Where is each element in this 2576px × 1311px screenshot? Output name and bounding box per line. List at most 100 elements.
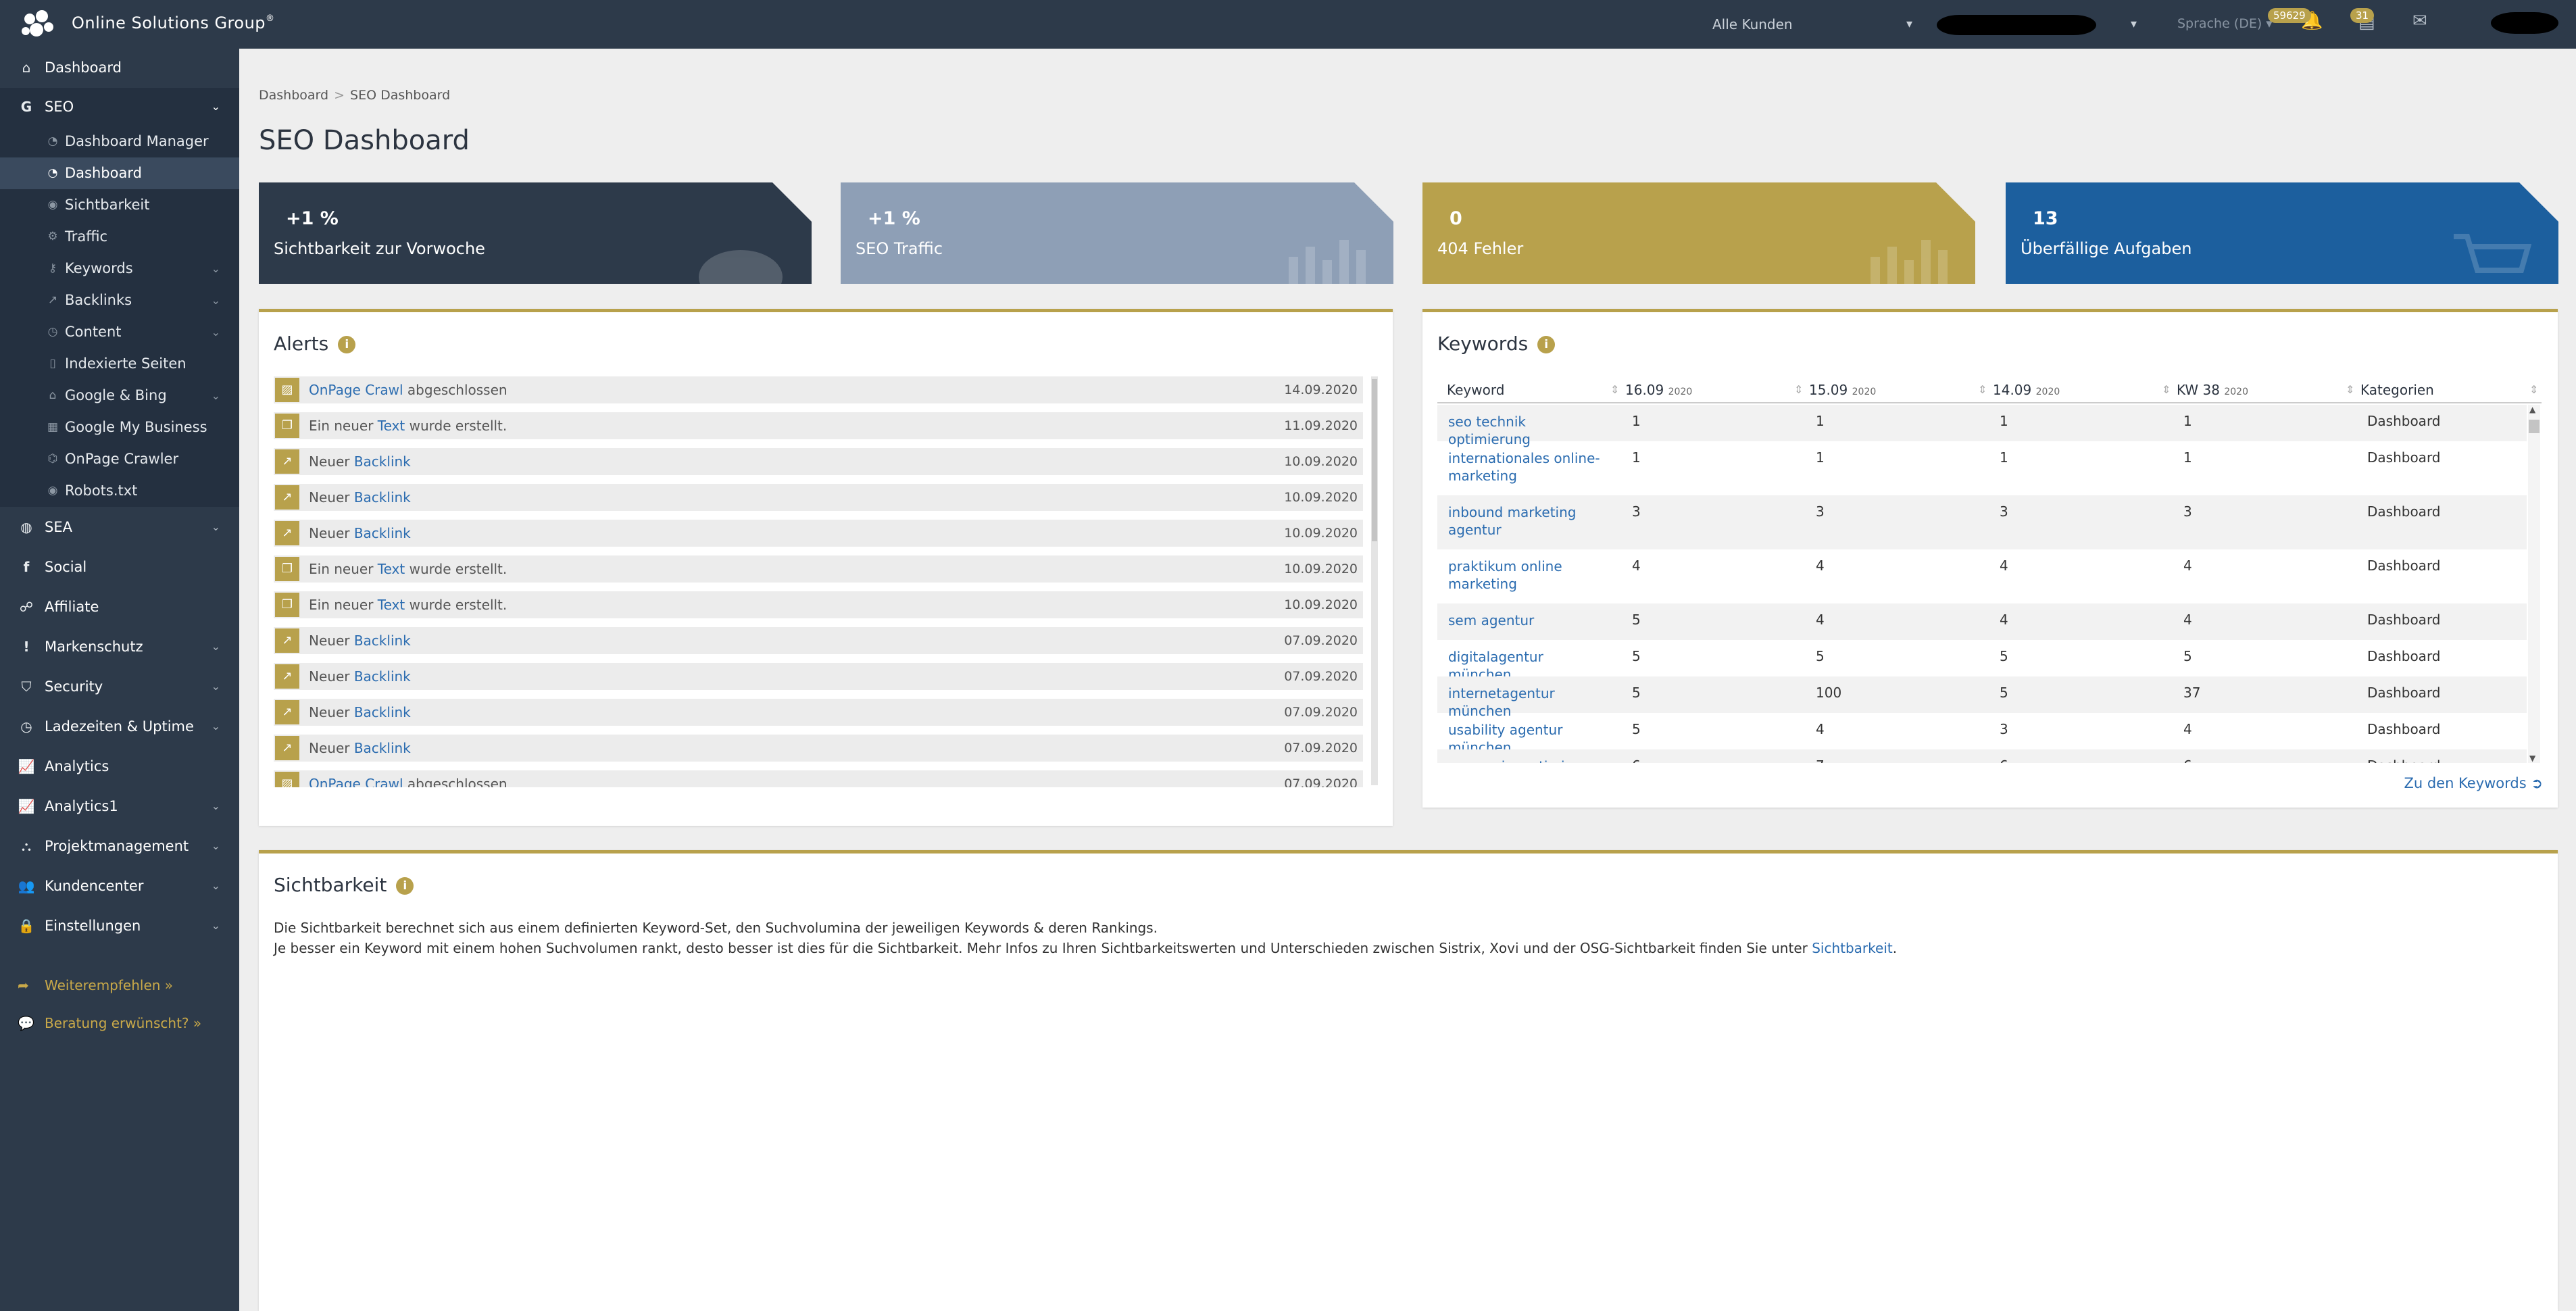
keyword-link[interactable]: praktikum online marketing <box>1448 558 1610 593</box>
keyword-link[interactable]: conversionoptimierung <box>1448 758 1610 763</box>
sidebar-item-seo[interactable]: G SEO ⌄ <box>0 88 239 126</box>
breadcrumb-home[interactable]: Dashboard <box>259 88 328 103</box>
alert-row[interactable]: ▨ OnPage Crawl abgeschlossen 07.09.2020 <box>274 770 1363 787</box>
info-icon[interactable]: i <box>396 877 414 895</box>
envelope-icon[interactable]: ✉ <box>2412 11 2427 31</box>
sidebar-item-sea[interactable]: ◍ SEA ⌄ <box>0 508 239 546</box>
kpi-sichtbarkeit[interactable]: +1 % Sichtbarkeit zur Vorwoche <box>259 182 812 284</box>
keywords-table-body[interactable]: seo technik optimierung 1 1 1 1 Dashboard inte… <box>1437 405 2542 763</box>
alert-link[interactable]: Backlink <box>354 668 411 685</box>
sort-icon[interactable]: ⇕ <box>2529 383 2538 396</box>
keywords-more-link[interactable]: Zu den Keywords ➲ <box>2404 775 2543 791</box>
sidebar-item-dashboard[interactable]: ⌂ Dashboard <box>0 49 239 86</box>
table-row[interactable]: seo technik optimierung 1 1 1 1 Dashboard <box>1437 405 2527 447</box>
project-select[interactable]: ▾ <box>1934 11 2144 38</box>
sidebar-sub-google-my-business[interactable]: ▦ Google My Business <box>0 412 239 443</box>
column-header[interactable]: Kategorien <box>2360 382 2434 398</box>
table-row[interactable]: digitalagentur münchen 5 5 5 5 Dashboard <box>1437 640 2527 683</box>
alert-row[interactable]: ▨ OnPage Crawl abgeschlossen 14.09.2020 <box>274 376 1363 403</box>
keywords-scrollbar[interactable]: ▲ ▼ <box>2528 405 2540 763</box>
sidebar-sub-onpage-crawler[interactable]: ⌬ OnPage Crawler <box>0 443 239 475</box>
sidebar-sub-dashboard-manager[interactable]: ◔ Dashboard Manager <box>0 126 239 157</box>
sidebar-item-analytics1[interactable]: 📈 Analytics1 ⌄ <box>0 787 239 825</box>
alert-link[interactable]: Backlink <box>354 489 411 505</box>
info-icon[interactable]: i <box>1537 336 1556 353</box>
alerts-list[interactable]: ▨ OnPage Crawl abgeschlossen 14.09.2020 ❐ Ei… <box>274 376 1377 787</box>
alert-row[interactable]: ↗ Neuer Backlink 07.09.2020 <box>274 627 1363 654</box>
consulting-link[interactable]: 💬 Beratung erwünscht? » <box>18 1015 201 1031</box>
table-row[interactable]: internetagentur münchen 5 100 5 37 Dashboard <box>1437 676 2527 719</box>
alert-link[interactable]: Backlink <box>354 740 411 756</box>
alert-link[interactable]: Backlink <box>354 704 411 720</box>
kpi-404-fehler[interactable]: 0 404 Fehler <box>1422 182 1975 284</box>
column-header[interactable]: 16.09 2020 <box>1625 382 1692 398</box>
alert-link[interactable]: Backlink <box>354 525 411 541</box>
kpi-seo-traffic[interactable]: +1 % SEO Traffic <box>841 182 1393 284</box>
sort-icon[interactable]: ⇕ <box>1978 383 1987 396</box>
alert-link[interactable]: OnPage Crawl <box>309 382 403 398</box>
column-header[interactable]: 14.09 2020 <box>1993 382 2060 398</box>
sidebar-sub-content[interactable]: ◷ Content ⌄ <box>0 316 239 348</box>
sidebar-item-projektmanagement[interactable]: ⛬ Projektmanagement ⌄ <box>0 827 239 865</box>
keyword-link[interactable]: inbound marketing agentur <box>1448 503 1610 539</box>
alert-link[interactable]: Text <box>378 597 405 613</box>
sidebar-sub-backlinks[interactable]: ↗ Backlinks ⌄ <box>0 285 239 316</box>
column-header[interactable]: KW 38 2020 <box>2177 382 2248 398</box>
column-header[interactable]: Keyword <box>1447 382 1504 398</box>
customer-select[interactable]: Alle Kunden ▾ <box>1703 11 1919 38</box>
alert-row[interactable]: ↗ Neuer Backlink 07.09.2020 <box>274 735 1363 762</box>
redacted-user[interactable] <box>2491 12 2558 34</box>
sort-icon[interactable]: ⇕ <box>2346 383 2354 396</box>
logo-icon[interactable] <box>18 8 58 41</box>
sidebar-item-markenschutz[interactable]: ! Markenschutz ⌄ <box>0 628 239 666</box>
alerts-scrollbar[interactable] <box>1371 376 1378 785</box>
alert-row[interactable]: ↗ Neuer Backlink 10.09.2020 <box>274 520 1363 547</box>
table-row[interactable]: internationales online-marketing 1 1 1 1 Dash… <box>1437 441 2527 495</box>
alert-row[interactable]: ↗ Neuer Backlink 10.09.2020 <box>274 448 1363 475</box>
brand-name[interactable]: Online Solutions Group® <box>72 14 275 32</box>
alert-row[interactable]: ↗ Neuer Backlink 10.09.2020 <box>274 484 1363 511</box>
keyword-link[interactable]: internationales online-marketing <box>1448 449 1610 485</box>
recommend-link[interactable]: ➦ Weiterempfehlen » <box>18 977 173 993</box>
sidebar-sub-traffic[interactable]: ⚙ Traffic <box>0 221 239 253</box>
sidebar-item-analytics[interactable]: 📈 Analytics <box>0 747 239 785</box>
kpi-ueberfaellige-aufgaben[interactable]: 13 Überfällige Aufgaben <box>2006 182 2558 284</box>
scroll-up-arrow[interactable]: ▲ <box>2529 405 2535 414</box>
sort-icon[interactable]: ⇕ <box>1794 383 1803 396</box>
sidebar-item-ladezeiten[interactable]: ◷ Ladezeiten & Uptime ⌄ <box>0 708 239 745</box>
alert-link[interactable]: OnPage Crawl <box>309 776 403 787</box>
table-row[interactable]: sem agentur 5 4 4 4 Dashboard <box>1437 603 2527 640</box>
sidebar-item-security[interactable]: ⛉ Security ⌄ <box>0 668 239 706</box>
table-row[interactable]: praktikum online marketing 4 4 4 4 Dashboard <box>1437 549 2527 603</box>
sort-icon[interactable]: ⇕ <box>2162 383 2171 396</box>
sidebar-item-affiliate[interactable]: ☍ Affiliate <box>0 588 239 626</box>
alert-row[interactable]: ❐ Ein neuer Text wurde erstellt. 11.09.202… <box>274 412 1363 439</box>
keywords-scrollbar-thumb[interactable] <box>2529 420 2540 433</box>
alert-link[interactable]: Text <box>378 561 405 577</box>
keyword-link[interactable]: sem agentur <box>1448 612 1610 629</box>
sidebar-sub-indexierte-seiten[interactable]: ▯ Indexierte Seiten <box>0 348 239 380</box>
sidebar-item-kundencenter[interactable]: 👥 Kundencenter ⌄ <box>0 867 239 905</box>
sidebar-sub-sichtbarkeit[interactable]: ◉ Sichtbarkeit <box>0 189 239 221</box>
sort-icon[interactable]: ⇕ <box>1610 383 1619 396</box>
table-row[interactable]: conversionoptimierung 6 7 6 6 Dashboard <box>1437 749 2527 763</box>
visibility-link[interactable]: Sichtbarkeit <box>1812 940 1893 956</box>
sidebar-sub-keywords[interactable]: ⚷ Keywords ⌄ <box>0 253 239 285</box>
sidebar-item-einstellungen[interactable]: 🔒 Einstellungen ⌄ <box>0 907 239 945</box>
alert-link[interactable]: Backlink <box>354 453 411 470</box>
alert-link[interactable]: Text <box>378 418 405 434</box>
alert-row[interactable]: ❐ Ein neuer Text wurde erstellt. 10.09.202… <box>274 555 1363 583</box>
alert-row[interactable]: ↗ Neuer Backlink 07.09.2020 <box>274 663 1363 690</box>
table-row[interactable]: usability agentur münchen 5 4 3 4 Dashboard <box>1437 713 2527 756</box>
sidebar-item-social[interactable]: f Social <box>0 548 239 586</box>
sidebar-sub-google-bing[interactable]: ⌂ Google & Bing ⌄ <box>0 380 239 412</box>
alert-row[interactable]: ❐ Ein neuer Text wurde erstellt. 10.09.202… <box>274 591 1363 618</box>
alert-link[interactable]: Backlink <box>354 633 411 649</box>
scroll-down-arrow[interactable]: ▼ <box>2529 753 2535 763</box>
sidebar-sub-robots-txt[interactable]: ◉ Robots.txt <box>0 475 239 507</box>
table-row[interactable]: inbound marketing agentur 3 3 3 3 Dashboard <box>1437 495 2527 549</box>
info-icon[interactable]: i <box>338 336 356 353</box>
alert-row[interactable]: ↗ Neuer Backlink 07.09.2020 <box>274 699 1363 726</box>
language-select[interactable]: Sprache (DE) ▾ <box>2177 12 2273 35</box>
sidebar-sub-dashboard[interactable]: ◔ Dashboard <box>0 157 239 189</box>
